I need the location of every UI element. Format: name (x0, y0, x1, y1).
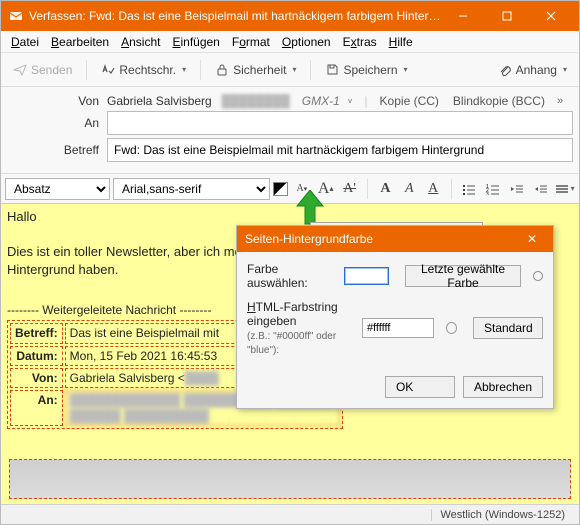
compose-header: Von Gabriela Salvisberg ████████ GMX-1 ˅… (1, 87, 579, 174)
format-toolbar: Absatz Arial,sans-serif A▾ A▴ A' A A A 1… (1, 174, 579, 204)
indent-button[interactable] (530, 179, 551, 199)
app-icon (9, 9, 23, 23)
menu-optionen[interactable]: Optionen (276, 33, 337, 51)
last-color-button[interactable]: Letzte gewählte Farbe (405, 265, 521, 287)
subject-field[interactable] (107, 138, 573, 162)
save-button[interactable]: Speichern ▾ (319, 60, 413, 80)
bold-button[interactable]: A (375, 179, 396, 199)
cancel-button[interactable]: Abbrechen (463, 376, 543, 398)
main-toolbar: Senden Rechtschr. ▾ Sicherheit ▾ Speiche… (1, 53, 579, 87)
decrease-font-button[interactable]: A▾ (291, 179, 312, 199)
html-string-label: HTML-Farbstring eingeben (z.B.: "#0000ff… (247, 300, 354, 356)
color-swatch-input[interactable] (344, 267, 390, 285)
from-label: Von (7, 94, 107, 108)
font-select[interactable]: Arial,sans-serif (113, 178, 270, 200)
menu-bearbeiten[interactable]: Bearbeiten (45, 33, 115, 51)
from-name[interactable]: Gabriela Salvisberg (107, 94, 212, 108)
last-color-indicator (533, 271, 543, 281)
paragraph-select[interactable]: Absatz (5, 178, 110, 200)
security-label: Sicherheit (233, 63, 286, 77)
forward-body-placeholder (9, 459, 571, 499)
expand-recipients-icon[interactable]: » (557, 95, 563, 107)
menu-extras[interactable]: Extras (337, 33, 383, 51)
from-identity[interactable]: GMX-1 (302, 94, 340, 108)
chevron-down-icon[interactable]: ▾ (182, 65, 186, 74)
menu-format[interactable]: Format (226, 33, 276, 51)
subject-label: Betreff (7, 143, 107, 157)
menu-hilfe[interactable]: Hilfe (383, 33, 419, 51)
italic-button[interactable]: A (399, 179, 420, 199)
number-list-button[interactable]: 123 (483, 179, 504, 199)
to-label: An (7, 116, 107, 130)
underline-button[interactable]: A (423, 179, 444, 199)
menu-datei[interactable]: Datei (5, 33, 45, 51)
save-icon (325, 63, 339, 77)
menubar: Datei Bearbeiten Ansicht Einfügen Format… (1, 31, 579, 53)
spellcheck-button[interactable]: Rechtschr. ▾ (95, 60, 192, 80)
send-icon (13, 63, 27, 77)
menu-ansicht[interactable]: Ansicht (115, 33, 166, 51)
attach-button[interactable]: Anhang ▾ (492, 60, 573, 80)
statusbar: Westlich (Windows-1252) (1, 504, 579, 524)
hex-preview-swatch (446, 322, 457, 334)
increase-font-button[interactable]: A▴ (315, 179, 336, 199)
dialog-titlebar[interactable]: Seiten-Hintergrundfarbe ✕ (237, 226, 553, 252)
dialog-title: Seiten-Hintergrundfarbe (245, 232, 519, 246)
close-button[interactable] (529, 1, 573, 31)
hex-input[interactable] (362, 318, 434, 338)
default-button[interactable]: Standard (473, 317, 543, 339)
ok-button[interactable]: OK (385, 376, 455, 398)
security-button[interactable]: Sicherheit ▾ (209, 60, 302, 80)
dialog-close-button[interactable]: ✕ (519, 232, 545, 246)
remove-format-button[interactable]: A' (339, 179, 360, 199)
to-field[interactable] (107, 111, 573, 135)
attach-label: Anhang (516, 63, 557, 77)
chevron-down-icon[interactable]: ▾ (292, 65, 296, 74)
from-address-redacted: ████████ (218, 94, 294, 108)
bcc-link[interactable]: Blindkopie (BCC) (453, 94, 545, 108)
svg-text:3: 3 (486, 192, 489, 195)
chevron-down-icon[interactable]: ▾ (563, 65, 567, 74)
bullet-list-button[interactable] (459, 179, 480, 199)
paperclip-icon (498, 63, 512, 77)
cc-link[interactable]: Kopie (CC) (380, 94, 439, 108)
spellcheck-label: Rechtschr. (119, 63, 176, 77)
titlebar: Verfassen: Fwd: Das ist eine Beispielmai… (1, 1, 579, 31)
minimize-button[interactable] (441, 1, 485, 31)
chevron-down-icon[interactable]: ▾ (404, 65, 408, 74)
text-bg-color-button[interactable] (273, 182, 288, 196)
bgcolor-dialog: Seiten-Hintergrundfarbe ✕ Farbe auswähle… (236, 225, 554, 409)
maximize-button[interactable] (485, 1, 529, 31)
spellcheck-icon (101, 63, 115, 77)
choose-color-label: Farbe auswählen: (247, 262, 336, 290)
encoding-status[interactable]: Westlich (Windows-1252) (431, 509, 573, 521)
chevron-down-icon[interactable]: ˅ (348, 97, 353, 106)
window-title: Verfassen: Fwd: Das ist eine Beispielmai… (29, 9, 441, 23)
menu-einfuegen[interactable]: Einfügen (166, 33, 225, 51)
outdent-button[interactable] (506, 179, 527, 199)
save-label: Speichern (343, 63, 397, 77)
send-button[interactable]: Senden (7, 60, 78, 80)
align-button[interactable]: ▾ (554, 179, 575, 199)
body-greeting: Hallo (7, 208, 573, 226)
send-label: Senden (31, 63, 72, 77)
lock-icon (215, 63, 229, 77)
